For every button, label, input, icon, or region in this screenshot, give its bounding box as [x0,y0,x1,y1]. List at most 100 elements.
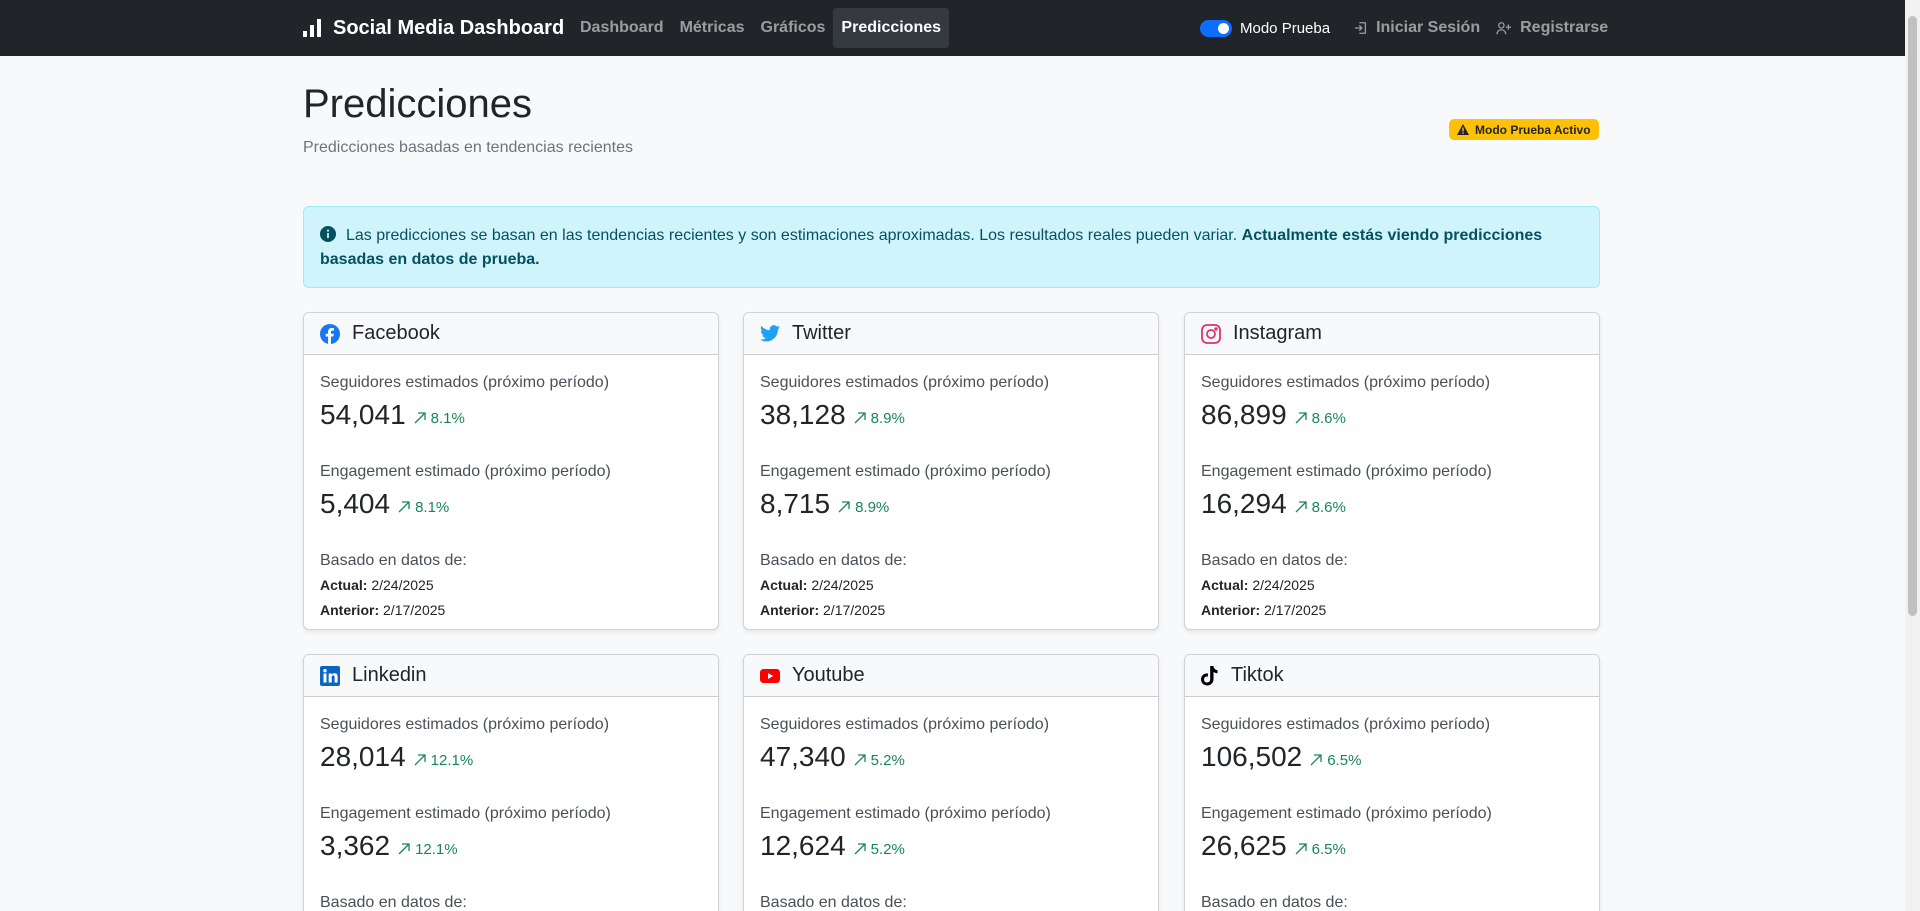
card-header: Linkedin [304,655,718,697]
arrow-up-right-icon [838,501,850,513]
nav-link-graficos[interactable]: Gráficos [753,8,834,48]
followers-change: 8.1% [414,410,465,427]
nav-link-dashboard[interactable]: Dashboard [572,8,672,48]
register-link[interactable]: Registrarse [1496,19,1608,37]
followers-change: 6.5% [1310,752,1361,769]
tiktok-icon [1201,665,1218,685]
info-icon [320,226,336,242]
prediction-card-twitter: Twitter Seguidores estimados (próximo pe… [743,312,1159,630]
register-label: Registrarse [1520,19,1609,36]
engagement-change: 8.9% [838,499,889,516]
followers-label: Seguidores estimados (próximo período) [1201,716,1491,733]
card-header: Facebook [304,313,718,355]
based-on-label: Basado en datos de: [760,894,907,911]
arrow-up-right-icon [398,843,410,855]
badge-label: Modo Prueba Activo [1475,122,1591,137]
user-plus-icon [1496,22,1512,35]
engagement-value: 16,294 [1201,488,1287,519]
test-mode-toggle[interactable] [1200,19,1232,37]
arrow-up-right-icon [414,412,426,424]
facebook-icon [320,323,340,344]
prediction-card-linkedin: Linkedin Seguidores estimados (próximo p… [303,654,719,911]
engagement-label: Engagement estimado (próximo período) [760,463,1051,480]
followers-label: Seguidores estimados (próximo período) [760,374,1050,391]
nav-link-metricas[interactable]: Métricas [672,8,753,48]
login-link[interactable]: Iniciar Sesión [1354,19,1480,37]
current-date: Actual: 2/24/2025 [320,577,434,593]
login-icon [1354,22,1367,34]
followers-label: Seguidores estimados (próximo período) [320,374,610,391]
based-on-label: Basado en datos de: [320,894,467,911]
test-mode-label: Modo Prueba [1240,19,1331,37]
current-date: Actual: 2/24/2025 [1201,577,1315,593]
engagement-change: 8.6% [1295,499,1346,516]
previous-date: Anterior: 2/17/2025 [760,602,886,618]
platform-name: Tiktok [1231,664,1284,686]
brand-label: Social Media Dashboard [333,16,565,39]
previous-date: Anterior: 2/17/2025 [1201,602,1327,618]
engagement-value: 8,715 [760,488,831,519]
card-header: Youtube [744,655,1158,697]
followers-value: 86,899 [1201,399,1287,430]
followers-label: Seguidores estimados (próximo período) [320,716,610,733]
engagement-value: 26,625 [1201,830,1287,861]
based-on-label: Basado en datos de: [1201,552,1348,569]
followers-change: 12.1% [414,752,473,769]
platform-name: Instagram [1233,322,1322,344]
prediction-card-instagram: Instagram Seguidores estimados (próximo … [1184,312,1600,630]
current-date: Actual: 2/24/2025 [760,577,874,593]
nav-links: Dashboard Métricas Gráficos Predicciones [572,8,950,48]
engagement-change: 12.1% [398,841,458,858]
platform-name: Twitter [792,322,851,344]
engagement-value: 12,624 [760,830,846,861]
twitter-icon [760,325,780,342]
card-header: Tiktok [1185,655,1599,697]
login-label: Iniciar Sesión [1376,19,1481,36]
arrow-up-right-icon [414,754,426,766]
followers-value: 54,041 [320,399,406,430]
followers-label: Seguidores estimados (próximo período) [760,716,1050,733]
navbar: Social Media Dashboard Dashboard Métrica… [0,0,1905,56]
followers-value: 28,014 [320,741,406,772]
page-subtitle: Predicciones basadas en tendencias recie… [303,139,633,156]
engagement-label: Engagement estimado (próximo período) [1201,463,1492,480]
arrow-up-right-icon [854,754,866,766]
nav-link-predicciones[interactable]: Predicciones [833,8,950,48]
linkedin-icon [320,665,340,686]
followers-value: 38,128 [760,399,846,430]
bar-chart-icon [303,19,321,37]
followers-value: 47,340 [760,741,846,772]
warning-icon [1457,124,1469,135]
scrollbar-thumb[interactable] [1908,16,1917,616]
card-header: Instagram [1185,313,1599,355]
previous-date: Anterior: 2/17/2025 [320,602,446,618]
based-on-label: Basado en datos de: [320,552,467,569]
engagement-label: Engagement estimado (próximo período) [1201,805,1492,822]
test-mode-badge: Modo Prueba Activo [1449,119,1599,140]
instagram-icon [1201,323,1221,344]
followers-change: 8.6% [1295,410,1346,427]
platform-name: Linkedin [352,664,427,686]
page-title: Predicciones [303,82,533,126]
platform-name: Youtube [792,664,865,686]
arrow-up-right-icon [1295,843,1307,855]
platform-name: Facebook [352,322,440,344]
engagement-value: 3,362 [320,830,391,861]
youtube-icon [760,668,780,683]
engagement-label: Engagement estimado (próximo período) [320,463,611,480]
engagement-label: Engagement estimado (próximo período) [320,805,611,822]
alert-text: Las predicciones se basan en las tendenc… [346,227,1238,244]
prediction-card-tiktok: Tiktok Seguidores estimados (próximo per… [1184,654,1600,911]
vertical-scrollbar[interactable] [1905,0,1920,911]
engagement-change: 5.2% [854,841,905,858]
based-on-label: Basado en datos de: [1201,894,1348,911]
followers-label: Seguidores estimados (próximo período) [1201,374,1491,391]
arrow-up-right-icon [1295,501,1307,513]
engagement-label: Engagement estimado (próximo período) [760,805,1051,822]
followers-change: 8.9% [854,410,905,427]
engagement-value: 5,404 [320,488,391,519]
arrow-up-right-icon [1295,412,1307,424]
arrow-up-right-icon [854,843,866,855]
brand[interactable]: Social Media Dashboard [303,0,564,56]
card-header: Twitter [744,313,1158,355]
